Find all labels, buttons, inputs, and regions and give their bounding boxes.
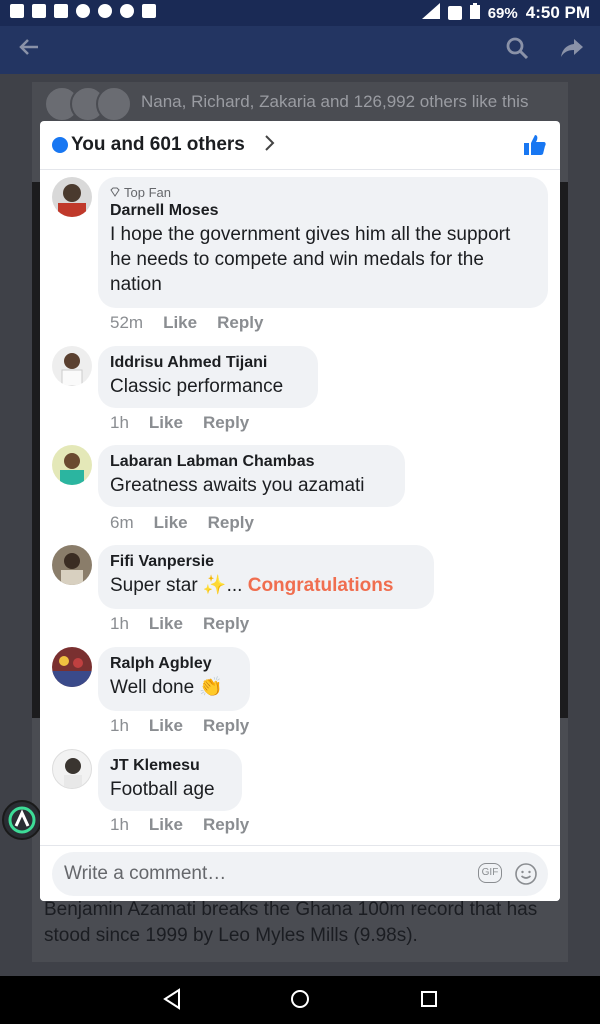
comment-time: 6m [110, 513, 134, 532]
nav-back-icon[interactable] [162, 988, 182, 1015]
comments-sheet: You and 601 others Top Fan Darnell Moses… [40, 121, 560, 901]
comment-bubble[interactable]: Fifi Vanpersie Super star ✨... Congratul… [98, 545, 434, 609]
comment-text: Well done 👏 [110, 677, 224, 698]
comment-bubble[interactable]: JT Klemesu Football age [98, 749, 242, 811]
message-notification-icon [54, 4, 68, 18]
system-nav-bar [0, 976, 600, 1024]
celebration-highlight[interactable]: Congratulations [248, 575, 394, 596]
comment-text: Greatness awaits you azamati [110, 475, 365, 496]
top-fan-badge: Top Fan [110, 185, 536, 200]
share-icon[interactable] [560, 36, 584, 65]
comment-text: Football age [110, 779, 215, 800]
comment-bubble[interactable]: Labaran Labman Chambas Greatness awaits … [98, 445, 405, 507]
dot-notification-icon [120, 4, 134, 18]
comment-composer: Write a comment… GIF [40, 845, 560, 901]
commenter-avatar[interactable] [52, 346, 92, 386]
commenter-avatar[interactable] [52, 647, 92, 687]
bell-notification-icon [98, 4, 112, 18]
top-fan-label: Top Fan [124, 185, 171, 200]
commenter-name[interactable]: Darnell Moses [110, 202, 536, 220]
battery-percent: 69% [487, 4, 518, 22]
nav-home-icon[interactable] [289, 988, 311, 1015]
floating-assistant-button[interactable] [2, 800, 42, 840]
comment-time: 1h [110, 815, 129, 834]
likes-summary-row: Nana, Richard, Zakaria and 126,992 other… [44, 84, 564, 122]
reply-button[interactable]: Reply [217, 313, 263, 333]
comment-actions: 1h Like Reply [110, 716, 249, 736]
comment-time: 1h [110, 614, 129, 633]
reply-button[interactable]: Reply [203, 815, 249, 835]
like-button[interactable]: Like [149, 614, 183, 634]
commenter-avatar[interactable] [52, 749, 92, 789]
status-bar: 69% 4:50 PM [0, 0, 600, 26]
clock: 4:50 PM [525, 3, 590, 22]
commenter-name[interactable]: Labaran Labman Chambas [110, 453, 393, 471]
commenter-name[interactable]: Ralph Agbley [110, 655, 238, 673]
reactions-header[interactable]: You and 601 others [40, 121, 560, 170]
reply-button[interactable]: Reply [203, 614, 249, 634]
diamond-icon [110, 185, 120, 200]
alert-notification-icon [142, 4, 156, 18]
commenter-avatar[interactable] [52, 445, 92, 485]
commenter-name[interactable]: Iddrisu Ahmed Tijani [110, 354, 306, 372]
back-arrow-icon[interactable] [18, 36, 40, 65]
app-notification-icon [10, 4, 24, 18]
comment-text: I hope the government gives him all the … [110, 224, 511, 295]
comment-actions: 1h Like Reply [110, 815, 249, 835]
circle-notification-icon [76, 4, 90, 18]
comment-text-plain: Super star ✨... [110, 575, 243, 596]
commenter-avatar[interactable] [52, 545, 92, 585]
comment-time: 1h [110, 413, 129, 432]
reactions-summary[interactable]: You and 601 others [71, 134, 245, 156]
nav-recents-icon[interactable] [419, 988, 439, 1015]
likes-summary-text: Nana, Richard, Zakaria and 126,992 other… [141, 92, 529, 111]
liker-avatar [96, 86, 132, 122]
comment-input-placeholder[interactable]: Write a comment… [64, 863, 226, 885]
like-button[interactable]: Like [154, 513, 188, 533]
comment-time: 52m [110, 313, 144, 332]
comment-input[interactable]: Write a comment… GIF [52, 852, 548, 896]
app-bar [0, 26, 600, 74]
comment-text: Classic performance [110, 376, 284, 397]
comment-actions: 6m Like Reply [110, 513, 254, 533]
signal-icon [421, 3, 440, 23]
reply-button[interactable]: Reply [203, 413, 249, 433]
commenter-name[interactable]: JT Klemesu [110, 757, 230, 775]
reply-button[interactable]: Reply [208, 513, 254, 533]
gif-icon[interactable]: GIF [478, 863, 502, 883]
comment-actions: 1h Like Reply [110, 614, 249, 634]
post-caption: Benjamin Azamati breaks the Ghana 100m r… [44, 899, 538, 946]
comment-bubble[interactable]: Iddrisu Ahmed Tijani Classic performance [98, 346, 318, 408]
like-button[interactable]: Like [149, 716, 183, 736]
search-icon[interactable] [505, 36, 529, 65]
comment-text: Super star ✨... Congratulations [110, 573, 422, 598]
commenter-name[interactable]: Fifi Vanpersie [110, 553, 422, 571]
comment-bubble[interactable]: Top Fan Darnell Moses I hope the governm… [98, 177, 548, 308]
battery-icon [469, 3, 480, 23]
chevron-right-icon[interactable] [264, 134, 276, 157]
like-button[interactable]: Like [149, 815, 183, 835]
like-button[interactable]: Like [163, 313, 197, 333]
reply-button[interactable]: Reply [203, 716, 249, 736]
sim-icon [447, 6, 462, 20]
like-button[interactable]: Like [149, 413, 183, 433]
like-reaction-icon [52, 137, 68, 153]
like-thumb-icon[interactable] [524, 134, 546, 161]
emoji-icon[interactable] [514, 862, 538, 891]
comment-bubble[interactable]: Ralph Agbley Well done 👏 [98, 647, 250, 711]
comment-actions: 52m Like Reply [110, 313, 263, 333]
comment-actions: 1h Like Reply [110, 413, 249, 433]
comment-time: 1h [110, 716, 129, 735]
commenter-avatar[interactable] [52, 177, 92, 217]
gallery-notification-icon [32, 4, 46, 18]
